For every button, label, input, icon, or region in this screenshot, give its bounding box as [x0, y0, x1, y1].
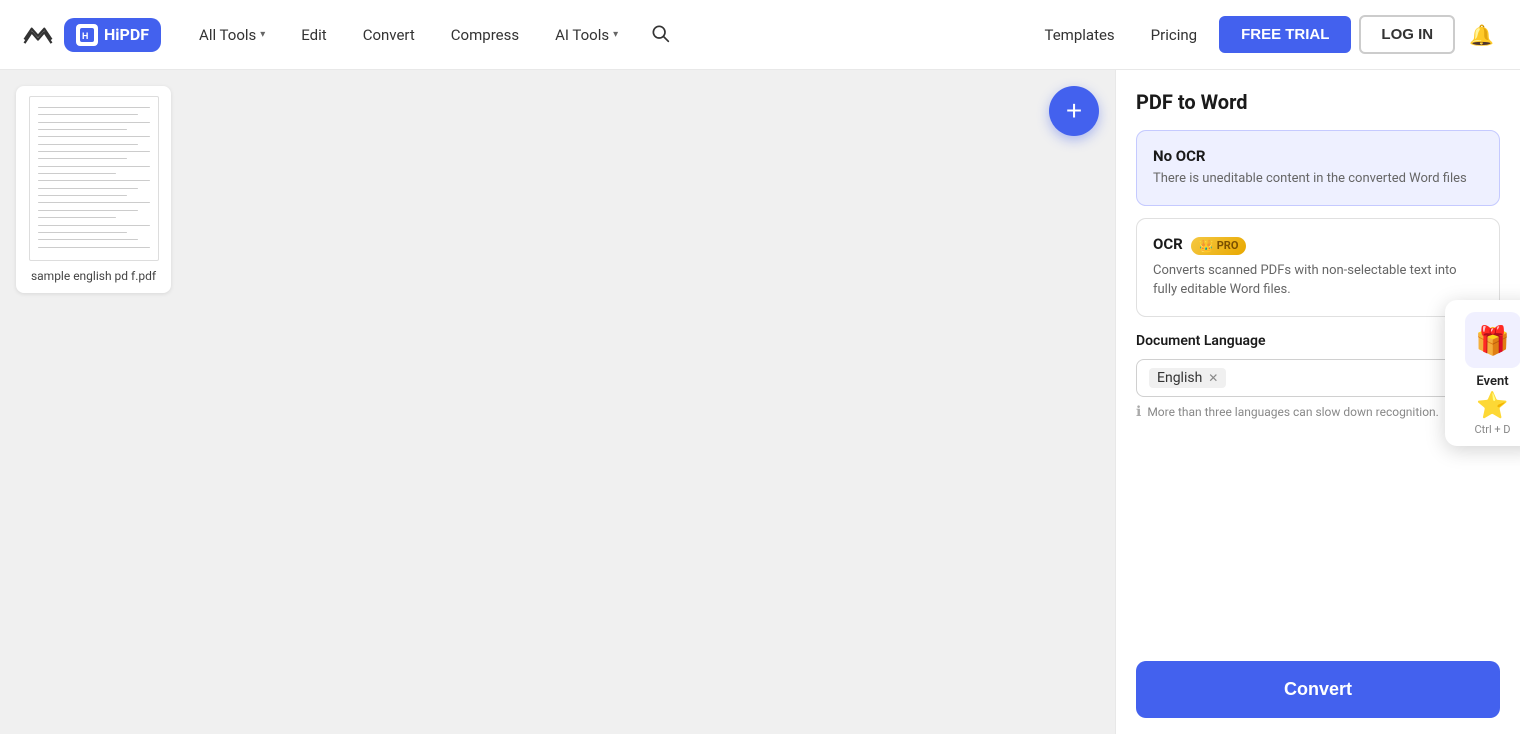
left-panel: + [0, 70, 1115, 734]
convert-button[interactable]: Convert [1136, 661, 1500, 718]
wondershare-logo-icon [20, 21, 56, 49]
favorite-star-icon: ⭐ [1476, 391, 1508, 421]
convert-button-container: Convert [1116, 645, 1520, 734]
file-name: sample english pd f.pdf [31, 269, 156, 283]
svg-text:H: H [82, 32, 88, 42]
event-tooltip-popup: 🎁 Event ⭐ Ctrl + D [1445, 300, 1520, 446]
navbar: H HiPDF All Tools ▾ Edit Convert Compres… [0, 0, 1520, 70]
no-ocr-option[interactable]: No OCR There is uneditable content in th… [1136, 130, 1500, 206]
search-button[interactable] [644, 17, 676, 53]
file-thumbnail [29, 96, 159, 261]
ai-tools-arrow-icon: ▾ [613, 29, 618, 40]
no-ocr-title: No OCR [1153, 147, 1483, 165]
nav-compress[interactable]: Compress [437, 18, 533, 52]
logo-area: H HiPDF [20, 18, 161, 52]
nav-all-tools[interactable]: All Tools ▾ [185, 18, 279, 52]
event-icon-box: 🎁 [1465, 312, 1520, 368]
free-trial-button[interactable]: FREE TRIAL [1219, 16, 1351, 53]
all-tools-arrow-icon: ▾ [260, 29, 265, 40]
nav-templates[interactable]: Templates [1031, 18, 1129, 52]
ocr-description: Converts scanned PDFs with non-selectabl… [1153, 261, 1483, 300]
nav-ai-tools[interactable]: AI Tools ▾ [541, 18, 632, 52]
hipdf-icon: H [76, 24, 98, 46]
notification-bell-icon[interactable]: 🔔 [1463, 17, 1500, 53]
ocr-option[interactable]: OCR 👑 PRO Converts scanned PDFs with non… [1136, 218, 1500, 317]
right-panel: PDF to Word No OCR There is uneditable c… [1115, 70, 1520, 734]
nav-edit[interactable]: Edit [287, 18, 340, 52]
nav-pricing[interactable]: Pricing [1137, 18, 1211, 52]
search-icon [650, 23, 670, 43]
pro-badge: 👑 PRO [1191, 237, 1247, 255]
hipdf-logo[interactable]: H HiPDF [64, 18, 161, 52]
event-shortcut-label: Ctrl + D [1474, 423, 1510, 436]
hipdf-label: HiPDF [104, 25, 149, 44]
nav-convert[interactable]: Convert [349, 18, 429, 52]
panel-title: PDF to Word [1136, 90, 1500, 114]
ocr-header: OCR 👑 PRO [1153, 235, 1483, 257]
login-button[interactable]: LOG IN [1359, 15, 1455, 54]
event-tooltip-label: Event [1476, 374, 1508, 389]
ocr-title: OCR [1153, 235, 1183, 253]
remove-language-button[interactable]: ✕ [1208, 371, 1218, 385]
main-area: + [0, 70, 1520, 734]
english-language-tag: English ✕ [1149, 368, 1226, 388]
file-card[interactable]: sample english pd f.pdf [16, 86, 171, 293]
add-file-button[interactable]: + [1049, 86, 1099, 136]
crown-icon: 👑 [1199, 239, 1214, 253]
no-ocr-description: There is uneditable content in the conve… [1153, 169, 1483, 189]
info-icon: ℹ [1136, 404, 1141, 420]
selected-languages: English ✕ [1149, 368, 1226, 388]
